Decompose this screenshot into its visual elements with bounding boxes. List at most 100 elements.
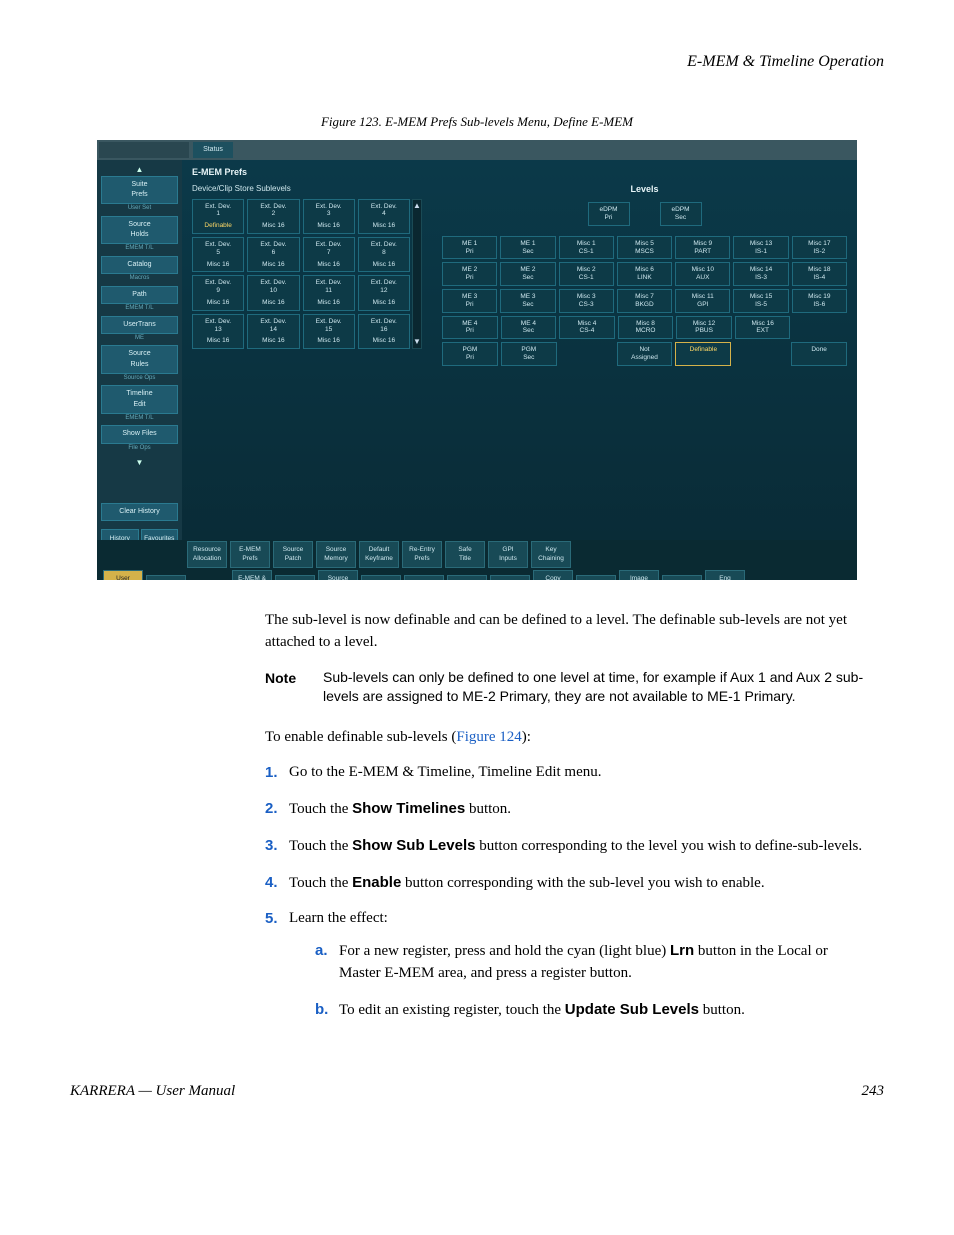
level-cell[interactable]: Misc 2CS-1 xyxy=(559,262,614,286)
level-cell[interactable]: ME 3Pri xyxy=(442,289,497,313)
bottom-nav-button[interactable]: Devices xyxy=(576,575,616,580)
sidebar-item[interactable]: SourceRules xyxy=(101,345,178,373)
edpm-pri-cell[interactable]: eDPMPri xyxy=(588,202,630,226)
nav-scroll-down-icon[interactable]: ▼ xyxy=(101,457,178,469)
level-cell[interactable]: Misc 9PART xyxy=(675,236,730,260)
level-cell[interactable]: PGMSec xyxy=(501,342,557,366)
level-cell[interactable]: ME 4Pri xyxy=(442,316,498,340)
sidebar-item[interactable]: Show Files xyxy=(101,425,178,443)
level-cell[interactable]: Misc 4CS-4 xyxy=(559,316,615,340)
level-cell[interactable]: Misc 19IS-6 xyxy=(792,289,847,313)
level-cell[interactable]: Misc 3CS-3 xyxy=(559,289,614,313)
level-cell[interactable]: Misc 18IS-4 xyxy=(792,262,847,286)
sidebar-item[interactable]: SuitePrefs xyxy=(101,176,178,204)
bottom-nav-button[interactable]: UserSetups xyxy=(103,570,143,580)
tab-button[interactable]: KeyChaining xyxy=(531,541,571,568)
tab-button[interactable]: DefaultKeyframe xyxy=(359,541,399,568)
level-cell[interactable]: ME 1Sec xyxy=(500,236,555,260)
level-cell[interactable]: Misc 6LINK xyxy=(617,262,672,286)
sublevel-cell[interactable]: Ext. Dev.8Misc 16 xyxy=(358,237,410,272)
bottom-nav-button[interactable]: Macros xyxy=(275,575,315,580)
figure-124-link[interactable]: Figure 124 xyxy=(456,729,521,745)
level-cell[interactable]: Misc 5MSCS xyxy=(617,236,672,260)
sublevel-cell[interactable]: Ext. Dev.5Misc 16 xyxy=(192,237,244,272)
level-cell[interactable]: Misc 15IS-5 xyxy=(733,289,788,313)
tab-button[interactable]: Re-EntryPrefs xyxy=(402,541,442,568)
bottom-nav-button[interactable]: ME xyxy=(361,575,401,580)
note-label: Note xyxy=(265,668,305,707)
status-button[interactable]: Status xyxy=(193,142,233,158)
step-5b: To edit an existing register, touch the … xyxy=(315,999,864,1022)
bottom-nav-button[interactable]: File Ops xyxy=(146,575,186,580)
level-cell[interactable]: Misc 14IS-3 xyxy=(733,262,788,286)
sidebar-item[interactable]: Path xyxy=(101,286,178,304)
sublevel-cell[interactable]: Ext. Dev.4Misc 16 xyxy=(358,199,410,234)
bottom-nav-button[interactable]: ImageStore xyxy=(619,570,659,580)
tab-button[interactable]: GPIInputs xyxy=(488,541,528,568)
level-cell[interactable]: PGMPri xyxy=(442,342,498,366)
sublevel-cell[interactable]: Ext. Dev.2Misc 16 xyxy=(247,199,299,234)
sublevel-cell[interactable]: Ext. Dev.14Misc 16 xyxy=(247,314,299,349)
level-cell[interactable]: ME 2Pri xyxy=(442,262,497,286)
level-cell[interactable]: ME 2Sec xyxy=(500,262,555,286)
screenshot-figure: Status ▲SuitePrefsUser SetSourceHoldsEME… xyxy=(97,140,857,580)
sublevel-cell[interactable]: Ext. Dev.16Misc 16 xyxy=(358,314,410,349)
bottom-nav-button[interactable]: Keyer xyxy=(404,575,444,580)
sidebar-crumb: EMEM T/L xyxy=(101,304,178,313)
tab-button[interactable]: SourceMemory xyxy=(316,541,356,568)
sublevel-cell[interactable]: Ext. Dev.1Definable xyxy=(192,199,244,234)
level-cell[interactable]: NotAssigned xyxy=(617,342,673,366)
sublevel-cell[interactable]: Ext. Dev.13Misc 16 xyxy=(192,314,244,349)
sublevel-cell[interactable]: Ext. Dev.6Misc 16 xyxy=(247,237,299,272)
tab-button[interactable]: SafeTitle xyxy=(445,541,485,568)
level-cell[interactable]: Misc 11GPI xyxy=(675,289,730,313)
level-cell[interactable]: Misc 13IS-1 xyxy=(733,236,788,260)
progress-strip xyxy=(99,142,189,158)
sublevels-scrollbar[interactable]: ▲ ▼ xyxy=(412,199,422,350)
scroll-down-icon[interactable]: ▼ xyxy=(413,338,421,346)
edpm-sec-cell[interactable]: eDPMSec xyxy=(660,202,702,226)
level-cell[interactable]: Misc 1CS-1 xyxy=(559,236,614,260)
step-3: Touch the Show Sub Levels button corresp… xyxy=(265,835,864,858)
bottom-nav-button[interactable]: CopySwap xyxy=(533,570,573,580)
clear-history-button[interactable]: Clear History xyxy=(101,503,178,521)
sublevel-cell[interactable]: Ext. Dev.15Misc 16 xyxy=(303,314,355,349)
sidebar-item[interactable]: Catalog xyxy=(101,256,178,274)
sublevel-cell[interactable]: Ext. Dev.3Misc 16 xyxy=(303,199,355,234)
level-cell[interactable]: ME 4Sec xyxy=(501,316,557,340)
tab-button[interactable]: E-MEMPrefs xyxy=(230,541,270,568)
level-cell[interactable]: Definable xyxy=(675,342,731,366)
level-cell[interactable]: Misc 7BKGD xyxy=(617,289,672,313)
bottom-nav-button[interactable]: Wipes xyxy=(490,575,530,580)
sublevel-cell[interactable]: Ext. Dev.7Misc 16 xyxy=(303,237,355,272)
sidebar-item[interactable]: SourceHolds xyxy=(101,216,178,244)
level-cell[interactable]: Misc 16EXT xyxy=(735,316,791,340)
level-cell[interactable]: ME 1Pri xyxy=(442,236,497,260)
sublevel-cell[interactable]: Ext. Dev.10Misc 16 xyxy=(247,275,299,310)
tab-button[interactable]: ResourceAllocation xyxy=(187,541,227,568)
nav-scroll-up-icon[interactable]: ▲ xyxy=(101,164,178,176)
level-cell[interactable]: Done xyxy=(791,342,847,366)
bottom-nav-button[interactable]: EngSetup xyxy=(705,570,745,580)
level-cell[interactable]: Misc 17IS-2 xyxy=(792,236,847,260)
bottom-nav-button[interactable]: E-MEM &Timeline xyxy=(232,570,272,580)
sidebar-item[interactable]: TimelineEdit xyxy=(101,385,178,413)
tab-button[interactable]: SourcePatch xyxy=(273,541,313,568)
bottom-nav-button[interactable]: iDPM xyxy=(447,575,487,580)
sublevel-cell[interactable]: Ext. Dev.11Misc 16 xyxy=(303,275,355,310)
level-cell[interactable]: ME 3Sec xyxy=(500,289,555,313)
level-cell[interactable]: Misc 12PBUS xyxy=(676,316,732,340)
sidebar-crumb: File Ops xyxy=(101,444,178,453)
level-cell[interactable]: Misc 8MCRO xyxy=(618,316,674,340)
panel-title: E-MEM Prefs xyxy=(192,166,847,179)
bottom-nav-button[interactable]: Router xyxy=(662,575,702,580)
step-5: Learn the effect: For a new register, pr… xyxy=(265,908,864,1021)
level-cell-empty xyxy=(734,342,788,366)
sublevel-cell[interactable]: Ext. Dev.12Misc 16 xyxy=(358,275,410,310)
sidebar-item[interactable]: UserTrans xyxy=(101,316,178,334)
sublevel-cell[interactable]: Ext. Dev.9Misc 16 xyxy=(192,275,244,310)
sidebar-crumb: EMEM T/L xyxy=(101,414,178,423)
scroll-up-icon[interactable]: ▲ xyxy=(413,202,421,210)
level-cell[interactable]: Misc 10AUX xyxy=(675,262,730,286)
bottom-nav-button[interactable]: SourceOps xyxy=(318,570,358,580)
